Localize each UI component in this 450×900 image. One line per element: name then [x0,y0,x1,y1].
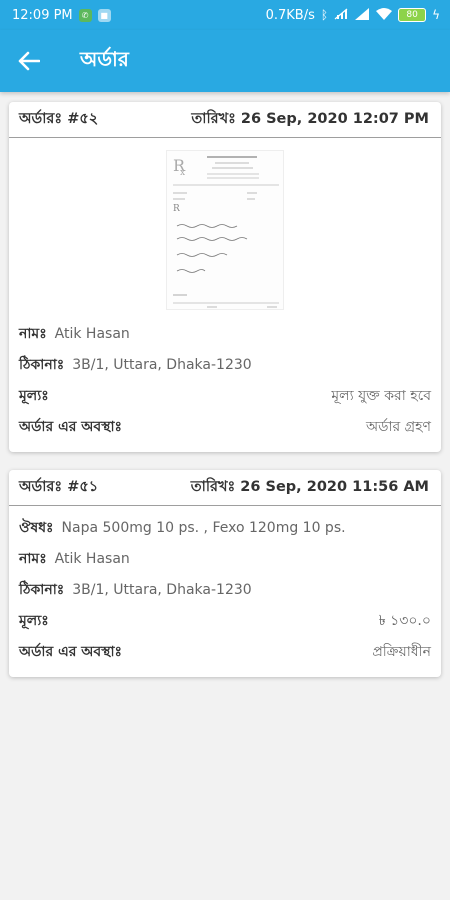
status-label: অর্ডার এর অবস্থাঃ [19,418,122,435]
order-card[interactable]: অর্ডারঃ #৫২ তারিখঃ 26 Sep, 2020 12:07 PM… [9,102,441,452]
back-arrow-icon[interactable] [18,48,44,74]
order-card-header: অর্ডারঃ #৫২ তারিখঃ 26 Sep, 2020 12:07 PM [9,102,441,138]
status-time: 12:09 PM [12,7,73,23]
mute-icon [334,8,348,23]
address-row: ঠিকানাঃ 3B/1, Uttara, Dhaka-1230 [9,349,441,380]
order-list: অর্ডারঃ #৫২ তারিখঃ 26 Sep, 2020 12:07 PM… [0,92,450,705]
signal-icon [354,7,370,23]
order-card[interactable]: অর্ডারঃ #৫১ তারিখঃ 26 Sep, 2020 11:56 AM… [9,470,441,677]
battery-icon: 80 [398,8,427,22]
medicine-value: Napa 500mg 10 ps. , Fexo 120mg 10 ps. [61,519,346,536]
price-row: মূল্যঃ মূল্য যুক্ত করা হবে [9,380,441,411]
svg-text:R: R [173,204,180,214]
app-icon: ■ [97,8,111,22]
name-row: নামঃ Atik Hasan [9,543,441,574]
status-bar: 12:09 PM ✆ ■ 0.7KB/s ᛒ 80 ϟ [0,0,450,30]
order-date: তারিখঃ 26 Sep, 2020 11:56 AM [190,478,429,495]
status-value: অর্ডার গ্রহণ [366,418,431,435]
address-label: ঠিকানাঃ [19,581,65,598]
price-value: ৳ ১৩০.০ [378,612,431,629]
price-value: মূল্য যুক্ত করা হবে [331,387,431,404]
name-label: নামঃ [19,550,47,567]
order-number: অর্ডারঃ #৫২ [19,110,99,127]
wifi-icon [376,7,393,23]
customer-name: Atik Hasan [54,550,130,567]
address-label: ঠিকানাঃ [19,356,65,373]
status-label: অর্ডার এর অবস্থাঃ [19,643,122,660]
order-date: তারিখঃ 26 Sep, 2020 12:07 PM [191,110,429,127]
charging-icon: ϟ [432,8,440,22]
medicine-label: ঔষধঃ [19,519,54,536]
net-speed: 0.7KB/s [265,7,315,23]
status-row: অর্ডার এর অবস্থাঃ অর্ডার গ্রহণ [9,411,441,442]
customer-address: 3B/1, Uttara, Dhaka-1230 [72,356,252,373]
customer-name: Atik Hasan [54,325,130,342]
bluetooth-icon: ᛒ [320,8,329,22]
svg-text:x: x [180,168,185,178]
customer-address: 3B/1, Uttara, Dhaka-1230 [72,581,252,598]
name-row: নামঃ Atik Hasan [9,318,441,349]
app-bar: অর্ডার [0,30,450,92]
whatsapp-icon: ✆ [78,8,92,22]
name-label: নামঃ [19,325,47,342]
status-value: প্রক্রিয়াধীন [372,643,431,660]
order-card-header: অর্ডারঃ #৫১ তারিখঃ 26 Sep, 2020 11:56 AM [9,470,441,506]
prescription-photo: R x R [166,150,284,310]
price-label: মূল্যঃ [19,612,49,629]
medicine-row: ঔষধঃ Napa 500mg 10 ps. , Fexo 120mg 10 p… [9,512,441,543]
order-number: অর্ডারঃ #৫১ [19,478,99,495]
price-label: মূল্যঃ [19,387,49,404]
prescription-image[interactable]: R x R [9,138,441,318]
page-title: অর্ডার [80,46,129,71]
address-row: ঠিকানাঃ 3B/1, Uttara, Dhaka-1230 [9,574,441,605]
price-row: মূল্যঃ ৳ ১৩০.০ [9,605,441,636]
status-row: অর্ডার এর অবস্থাঃ প্রক্রিয়াধীন [9,636,441,667]
